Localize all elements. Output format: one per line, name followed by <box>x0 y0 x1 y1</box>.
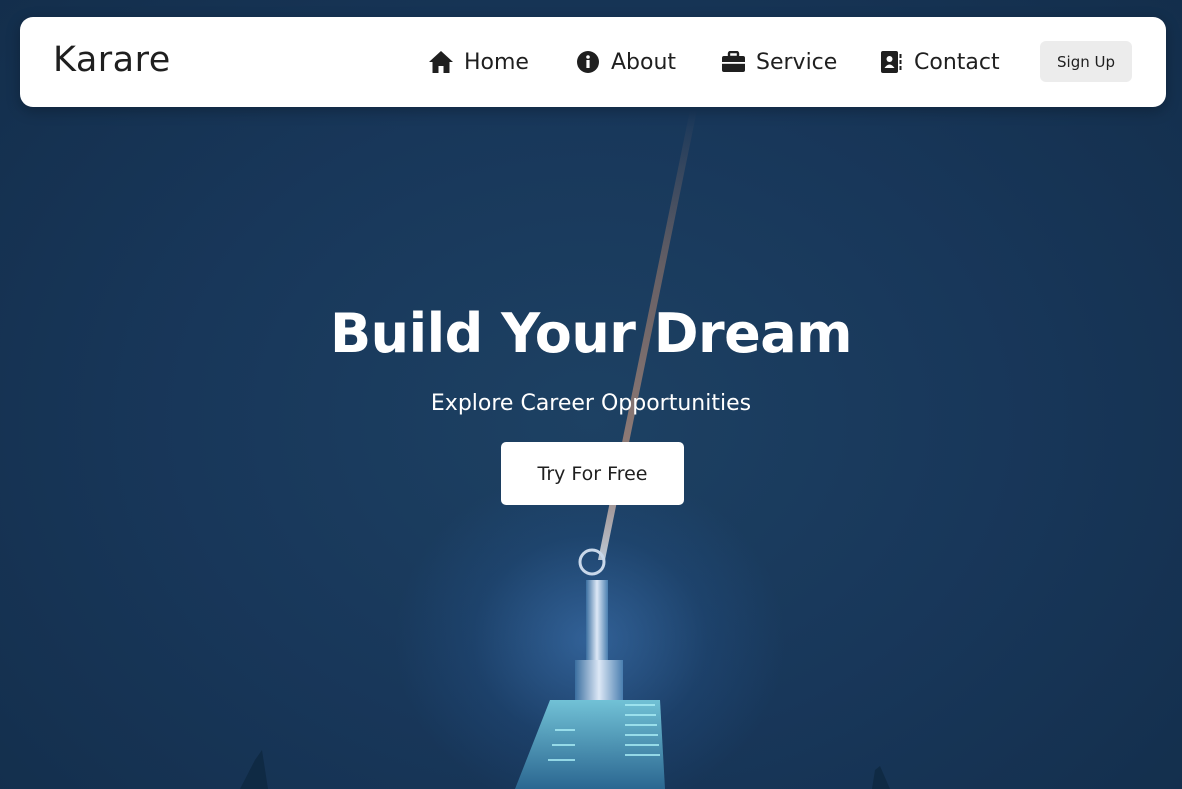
try-for-free-button[interactable]: Try For Free <box>501 442 684 505</box>
home-icon <box>428 49 454 75</box>
briefcase-icon <box>720 49 746 75</box>
address-book-icon <box>878 49 904 75</box>
nav-item-label: About <box>611 49 677 75</box>
nav-item-home[interactable]: Home <box>428 45 529 79</box>
navbar: Karare Home About Service Contact Sign U… <box>20 17 1166 107</box>
info-icon <box>575 49 601 75</box>
signup-button[interactable]: Sign Up <box>1040 41 1132 82</box>
nav-item-service[interactable]: Service <box>720 45 837 79</box>
brand-logo[interactable]: Karare <box>53 40 171 80</box>
nav-item-label: Service <box>756 49 838 75</box>
page: Karare Home About Service Contact Sign U… <box>0 0 1182 789</box>
nav-item-label: Home <box>464 49 529 75</box>
nav-item-label: Contact <box>914 49 1000 75</box>
hero-title: Build Your Dream <box>330 302 852 365</box>
hero-subtitle: Explore Career Opportunities <box>430 391 752 416</box>
nav-item-contact[interactable]: Contact <box>878 45 1000 79</box>
nav-item-about[interactable]: About <box>575 45 676 79</box>
